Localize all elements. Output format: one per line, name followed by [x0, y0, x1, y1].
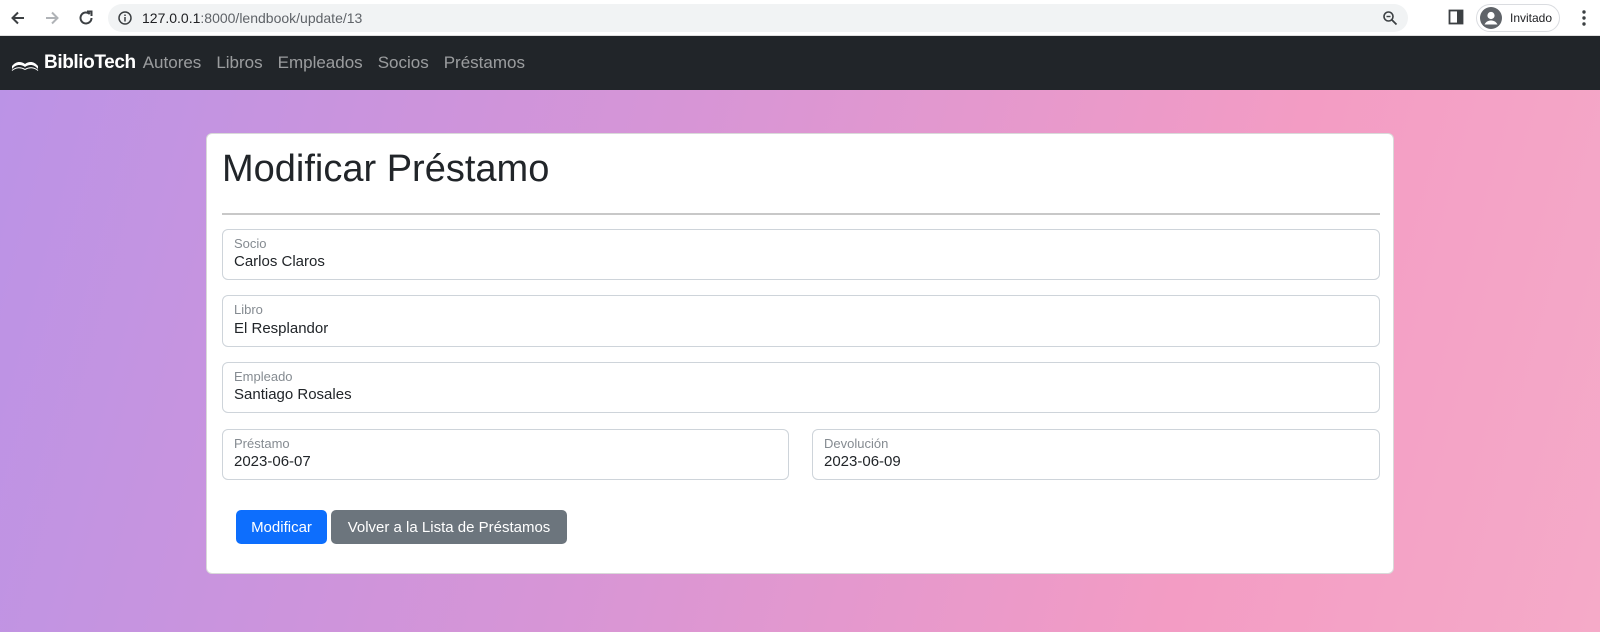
- divider: [222, 213, 1380, 215]
- socio-select[interactable]: Socio Carlos Claros: [222, 229, 1380, 280]
- empleado-value: Santiago Rosales: [234, 386, 352, 403]
- form-card: Modificar Préstamo Socio Carlos Claros L…: [206, 133, 1394, 574]
- arrow-left-icon: [11, 11, 24, 24]
- back-to-list-button[interactable]: Volver a la Lista de Préstamos: [331, 510, 567, 544]
- brand-link[interactable]: BiblioTech: [11, 52, 136, 74]
- info-icon[interactable]: [118, 11, 132, 25]
- zoom-icon[interactable]: [1382, 10, 1398, 26]
- socio-value: Carlos Claros: [234, 253, 325, 270]
- socio-label: Socio: [234, 236, 267, 251]
- forward-button[interactable]: [36, 2, 68, 34]
- page-title: Modificar Préstamo: [222, 148, 550, 190]
- nav-links: Autores Libros Empleados Socios Préstamo…: [143, 53, 540, 73]
- reload-icon: [79, 10, 93, 24]
- url-host: 127.0.0.1: [142, 10, 201, 26]
- nav-link-prestamos[interactable]: Préstamos: [444, 53, 525, 73]
- back-button[interactable]: [2, 2, 34, 34]
- address-bar[interactable]: 127.0.0.1:8000/lendbook/update/13: [108, 4, 1408, 32]
- arrow-right-icon: [46, 11, 59, 24]
- nav-link-autores[interactable]: Autores: [143, 53, 202, 73]
- modificar-button[interactable]: Modificar: [236, 510, 327, 544]
- profile-button[interactable]: Invitado: [1476, 4, 1560, 32]
- more-menu-icon[interactable]: [1574, 8, 1594, 28]
- nav-link-empleados[interactable]: Empleados: [278, 53, 363, 73]
- url-path: :8000/lendbook/update/13: [200, 10, 363, 26]
- empleado-label: Empleado: [234, 369, 293, 384]
- top-navbar: BiblioTech Autores Libros Empleados Soci…: [0, 36, 1600, 90]
- prestamo-date-input[interactable]: Préstamo 2023-06-07: [222, 429, 789, 480]
- prestamo-label: Préstamo: [234, 436, 290, 451]
- reload-button[interactable]: [70, 2, 102, 34]
- browser-toolbar: 127.0.0.1:8000/lendbook/update/13 Invita…: [0, 0, 1600, 36]
- libro-value: El Resplandor: [234, 320, 329, 337]
- empleado-select[interactable]: Empleado Santiago Rosales: [222, 362, 1380, 413]
- open-book-icon: [11, 61, 39, 71]
- prestamo-value: 2023-06-07: [234, 453, 311, 470]
- devolucion-label: Devolución: [824, 436, 889, 451]
- libro-label: Libro: [234, 302, 263, 317]
- side-panel-icon[interactable]: [1448, 9, 1464, 25]
- profile-label: Invitado: [1510, 11, 1553, 25]
- nav-link-libros[interactable]: Libros: [216, 53, 262, 73]
- libro-select[interactable]: Libro El Resplandor: [222, 295, 1380, 347]
- devolucion-date-input[interactable]: Devolución 2023-06-09: [812, 429, 1380, 480]
- brand-name: BiblioTech: [44, 52, 136, 73]
- avatar-icon: [1480, 7, 1502, 29]
- nav-link-socios[interactable]: Socios: [378, 53, 429, 73]
- devolucion-value: 2023-06-09: [824, 453, 901, 470]
